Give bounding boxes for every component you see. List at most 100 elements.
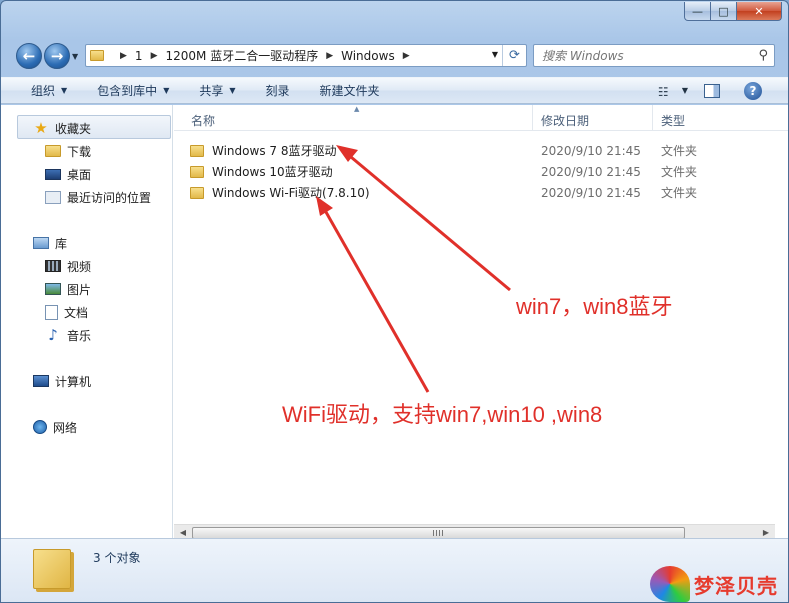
sidebar-item-favorites[interactable]: ★ 收藏夹 [33, 119, 91, 137]
share-menu[interactable]: 共享 ▼ [184, 78, 250, 103]
new-folder-label: 新建文件夹 [319, 84, 380, 98]
breadcrumb-item[interactable]: 1200M 蓝牙二合一驱动程序 [165, 47, 318, 64]
navigation-row: ← → ▼ ▶ 1 ▶ 1200M 蓝牙二合一驱动程序 ▶ Windows ▶ … [1, 37, 788, 73]
computer-icon [33, 375, 49, 387]
search-icon[interactable]: ⚲ [758, 48, 768, 63]
watermark: 梦泽贝壳 [650, 566, 778, 602]
help-icon[interactable]: ? [744, 81, 762, 100]
sidebar-item-computer[interactable]: 计算机 [33, 372, 91, 390]
chevron-down-icon: ▼ [229, 86, 236, 95]
sidebar-item-documents[interactable]: 文档 [45, 303, 88, 321]
share-label: 共享 [199, 84, 224, 98]
item-count: 3 个对象 [93, 551, 141, 565]
chevron-down-icon: ▼ [61, 86, 68, 95]
chevron-right-icon[interactable]: ▶ [151, 51, 158, 61]
address-bar[interactable]: ▶ 1 ▶ 1200M 蓝牙二合一驱动程序 ▶ Windows ▶ ▼ ⟳ [85, 44, 527, 67]
file-date: 2020/9/10 21:45 [541, 185, 641, 200]
file-row[interactable]: Windows 7 8蓝牙驱动 2020/9/10 21:45 文件夹 [190, 140, 780, 161]
search-box[interactable]: ⚲ [533, 44, 775, 67]
downloads-folder-icon [45, 145, 61, 157]
shell-logo-icon [650, 566, 690, 602]
folder-icon [90, 50, 104, 61]
chevron-right-icon[interactable]: ▶ [120, 51, 127, 61]
sidebar-item-label: 图片 [67, 282, 92, 297]
sidebar-item-network[interactable]: 网络 [33, 418, 77, 436]
view-options-icon[interactable]: ☷ [658, 85, 672, 99]
sidebar-item-music[interactable]: ♪ 音乐 [45, 326, 91, 344]
sidebar-item-label: 库 [55, 236, 68, 251]
preview-pane-icon[interactable] [704, 83, 720, 98]
annotation-bluetooth: win7，win8蓝牙 [516, 294, 673, 319]
minimize-button[interactable]: — [684, 2, 711, 21]
sidebar-item-label: 网络 [53, 420, 78, 435]
burn-label: 刻录 [265, 84, 290, 98]
caption-buttons: — □ ✕ [684, 2, 782, 21]
column-header-type[interactable]: 类型 [661, 112, 685, 129]
column-divider[interactable] [652, 105, 653, 131]
file-type: 文件夹 [661, 165, 698, 179]
column-divider[interactable] [532, 105, 533, 131]
organize-menu[interactable]: 组织 ▼ [1, 78, 82, 103]
sidebar-item-label: 桌面 [67, 167, 92, 182]
sidebar-item-label: 视频 [67, 259, 92, 274]
folder-icon [190, 144, 204, 157]
column-header-date[interactable]: 修改日期 [541, 112, 589, 129]
sort-ascending-icon: ▲ [354, 105, 360, 113]
column-header-name[interactable]: 名称 [191, 112, 215, 129]
sidebar-item-pictures[interactable]: 图片 [45, 280, 91, 298]
sidebar-item-label: 计算机 [55, 374, 92, 389]
include-in-library-label: 包含到库中 [97, 84, 158, 98]
chevron-right-icon[interactable]: ▶ [326, 51, 333, 61]
sidebar-item-recent-places[interactable]: 最近访问的位置 [45, 188, 151, 206]
network-icon [33, 420, 47, 434]
file-name: Windows Wi-Fi驱动(7.8.10) [212, 186, 370, 200]
sidebar-item-libraries[interactable]: 库 [33, 234, 67, 252]
sidebar-item-downloads[interactable]: 下载 [45, 142, 91, 160]
folder-icon [190, 186, 204, 199]
sidebar-item-label: 音乐 [67, 328, 92, 343]
recent-places-icon [45, 190, 61, 204]
new-folder-button[interactable]: 新建文件夹 [305, 78, 395, 103]
maximize-button[interactable]: □ [711, 2, 737, 21]
close-button[interactable]: ✕ [737, 2, 782, 21]
chevron-down-icon: ▼ [163, 86, 170, 95]
refresh-button[interactable]: ⟳ [502, 45, 526, 66]
details-pane: 3 个对象 梦泽贝壳 [1, 538, 788, 602]
include-in-library-menu[interactable]: 包含到库中 ▼ [82, 78, 184, 103]
toolbar-right: ☷ ▼ ? [658, 78, 788, 103]
star-icon: ★ [34, 119, 48, 137]
search-input[interactable] [542, 48, 742, 63]
document-icon [45, 304, 58, 320]
file-name: Windows 7 8蓝牙驱动 [212, 144, 337, 158]
back-button[interactable]: ← [16, 43, 42, 69]
file-row[interactable]: Windows 10蓝牙驱动 2020/9/10 21:45 文件夹 [190, 161, 780, 182]
organize-label: 组织 [31, 84, 56, 98]
folder-icon [190, 165, 204, 178]
libraries-icon [33, 237, 49, 249]
body-area: ★ 收藏夹 下载 桌面 最近访问的位置 库 视频 图片 文档 ♪ 音乐 计算机 … [1, 105, 788, 540]
picture-icon [45, 283, 61, 295]
desktop-icon [45, 168, 61, 180]
large-folder-icon [33, 549, 71, 589]
arrow-right-icon: → [50, 47, 64, 65]
file-date: 2020/9/10 21:45 [541, 143, 641, 158]
sidebar-item-label: 收藏夹 [55, 121, 92, 136]
recent-pages-dropdown[interactable]: ▼ [72, 52, 78, 61]
view-dropdown-icon[interactable]: ▼ [682, 86, 688, 95]
watermark-text: 梦泽贝壳 [694, 573, 778, 598]
breadcrumb-item[interactable]: 1 [135, 49, 143, 63]
address-dropdown-icon[interactable]: ▼ [492, 50, 498, 59]
command-bar: 组织 ▼ 包含到库中 ▼ 共享 ▼ 刻录 新建文件夹 ☷ ▼ ? [1, 77, 788, 104]
file-row[interactable]: Windows Wi-Fi驱动(7.8.10) 2020/9/10 21:45 … [190, 182, 780, 203]
sidebar-item-videos[interactable]: 视频 [45, 257, 91, 275]
breadcrumb-item[interactable]: Windows [341, 49, 395, 63]
sidebar-item-label: 最近访问的位置 [67, 190, 152, 205]
forward-button[interactable]: → [44, 43, 70, 69]
chevron-right-icon[interactable]: ▶ [403, 51, 410, 61]
file-type: 文件夹 [661, 186, 698, 200]
sidebar-item-desktop[interactable]: 桌面 [45, 165, 91, 183]
file-type: 文件夹 [661, 144, 698, 158]
burn-button[interactable]: 刻录 [251, 78, 305, 103]
video-icon [45, 260, 61, 272]
sidebar-item-label: 下载 [67, 144, 92, 159]
